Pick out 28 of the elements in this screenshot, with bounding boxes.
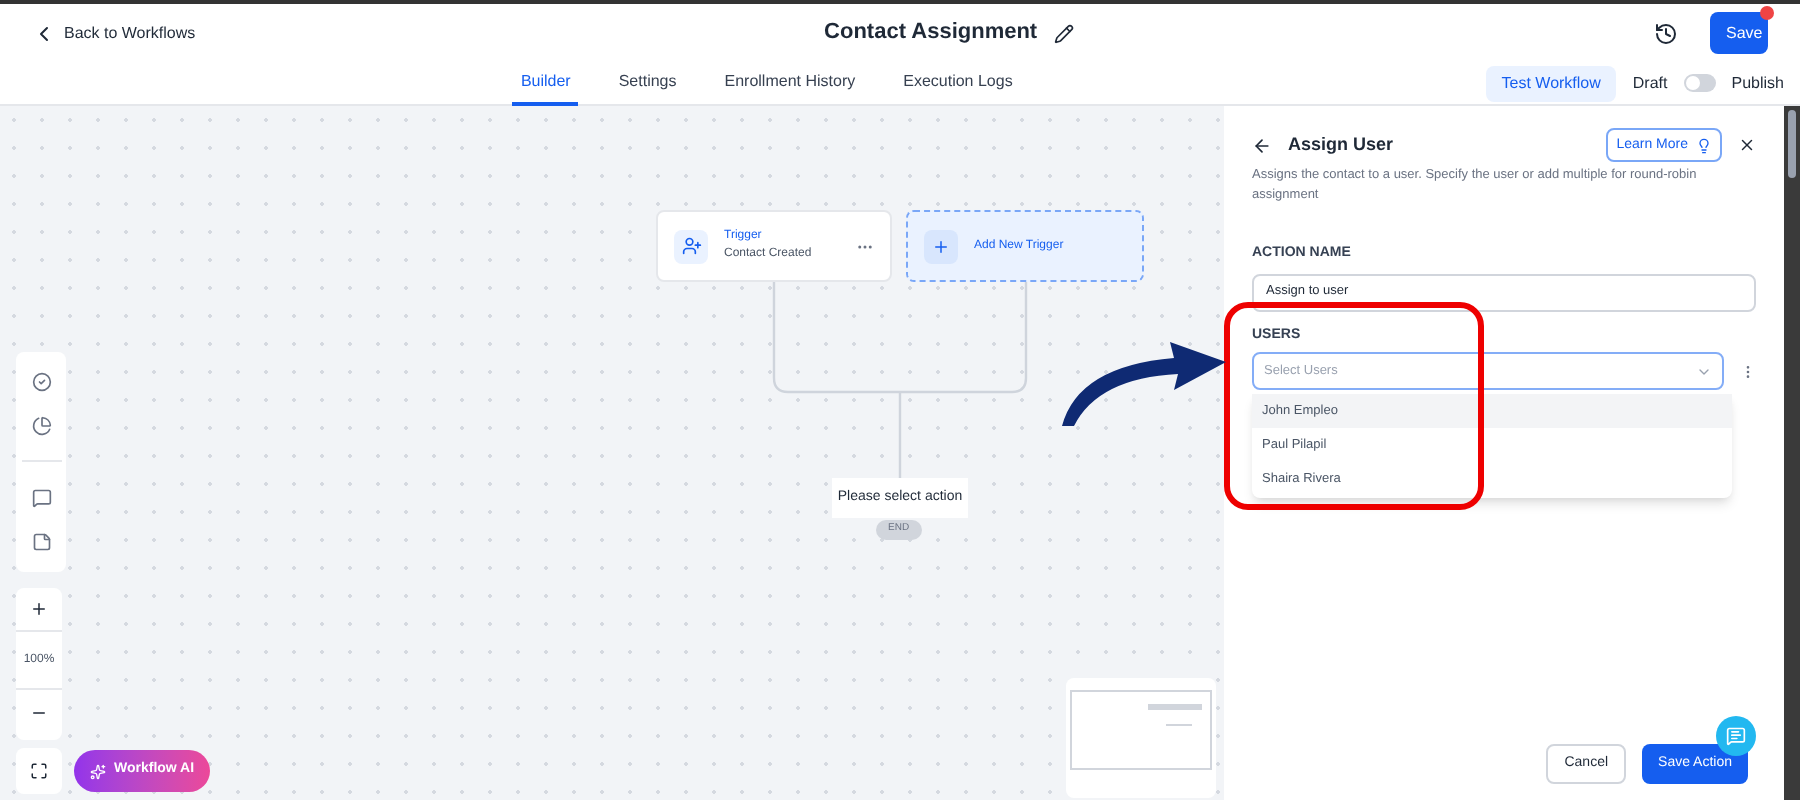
- check-circle-icon[interactable]: [31, 372, 51, 393]
- panel-title: Assign User: [1288, 131, 1396, 158]
- lightbulb-icon: [1696, 137, 1712, 153]
- note-icon[interactable]: [31, 531, 51, 552]
- tab[interactable]: Enrollment History: [716, 61, 864, 105]
- close-icon[interactable]: [1738, 136, 1756, 154]
- save-button[interactable]: Save: [1710, 12, 1768, 54]
- back-arrow-icon[interactable]: [1252, 135, 1272, 155]
- expand-icon: [30, 762, 48, 780]
- tab[interactable]: Execution Logs: [895, 61, 1021, 105]
- history-icon[interactable]: [1654, 21, 1678, 45]
- tab[interactable]: Settings: [610, 61, 685, 105]
- workflow-title: Contact Assignment: [824, 18, 1038, 49]
- publish-toggle[interactable]: [1683, 74, 1716, 92]
- chat-icon: [1726, 726, 1746, 746]
- plus-icon: [30, 600, 48, 618]
- back-button[interactable]: Back to Workflows: [32, 21, 196, 45]
- chat-bubble-button[interactable]: [1716, 716, 1756, 756]
- publish-label: Publish: [1731, 71, 1784, 95]
- sparkles-icon: [90, 763, 106, 779]
- user-plus-icon: [681, 236, 701, 256]
- pencil-icon[interactable]: [1053, 23, 1074, 43]
- draft-label: Draft: [1632, 71, 1668, 95]
- comment-icon[interactable]: [31, 487, 51, 508]
- fit-view-button[interactable]: [16, 748, 62, 794]
- plus-icon: [932, 237, 950, 255]
- test-workflow-button[interactable]: Test Workflow: [1485, 65, 1617, 101]
- pie-chart-icon[interactable]: [31, 416, 51, 437]
